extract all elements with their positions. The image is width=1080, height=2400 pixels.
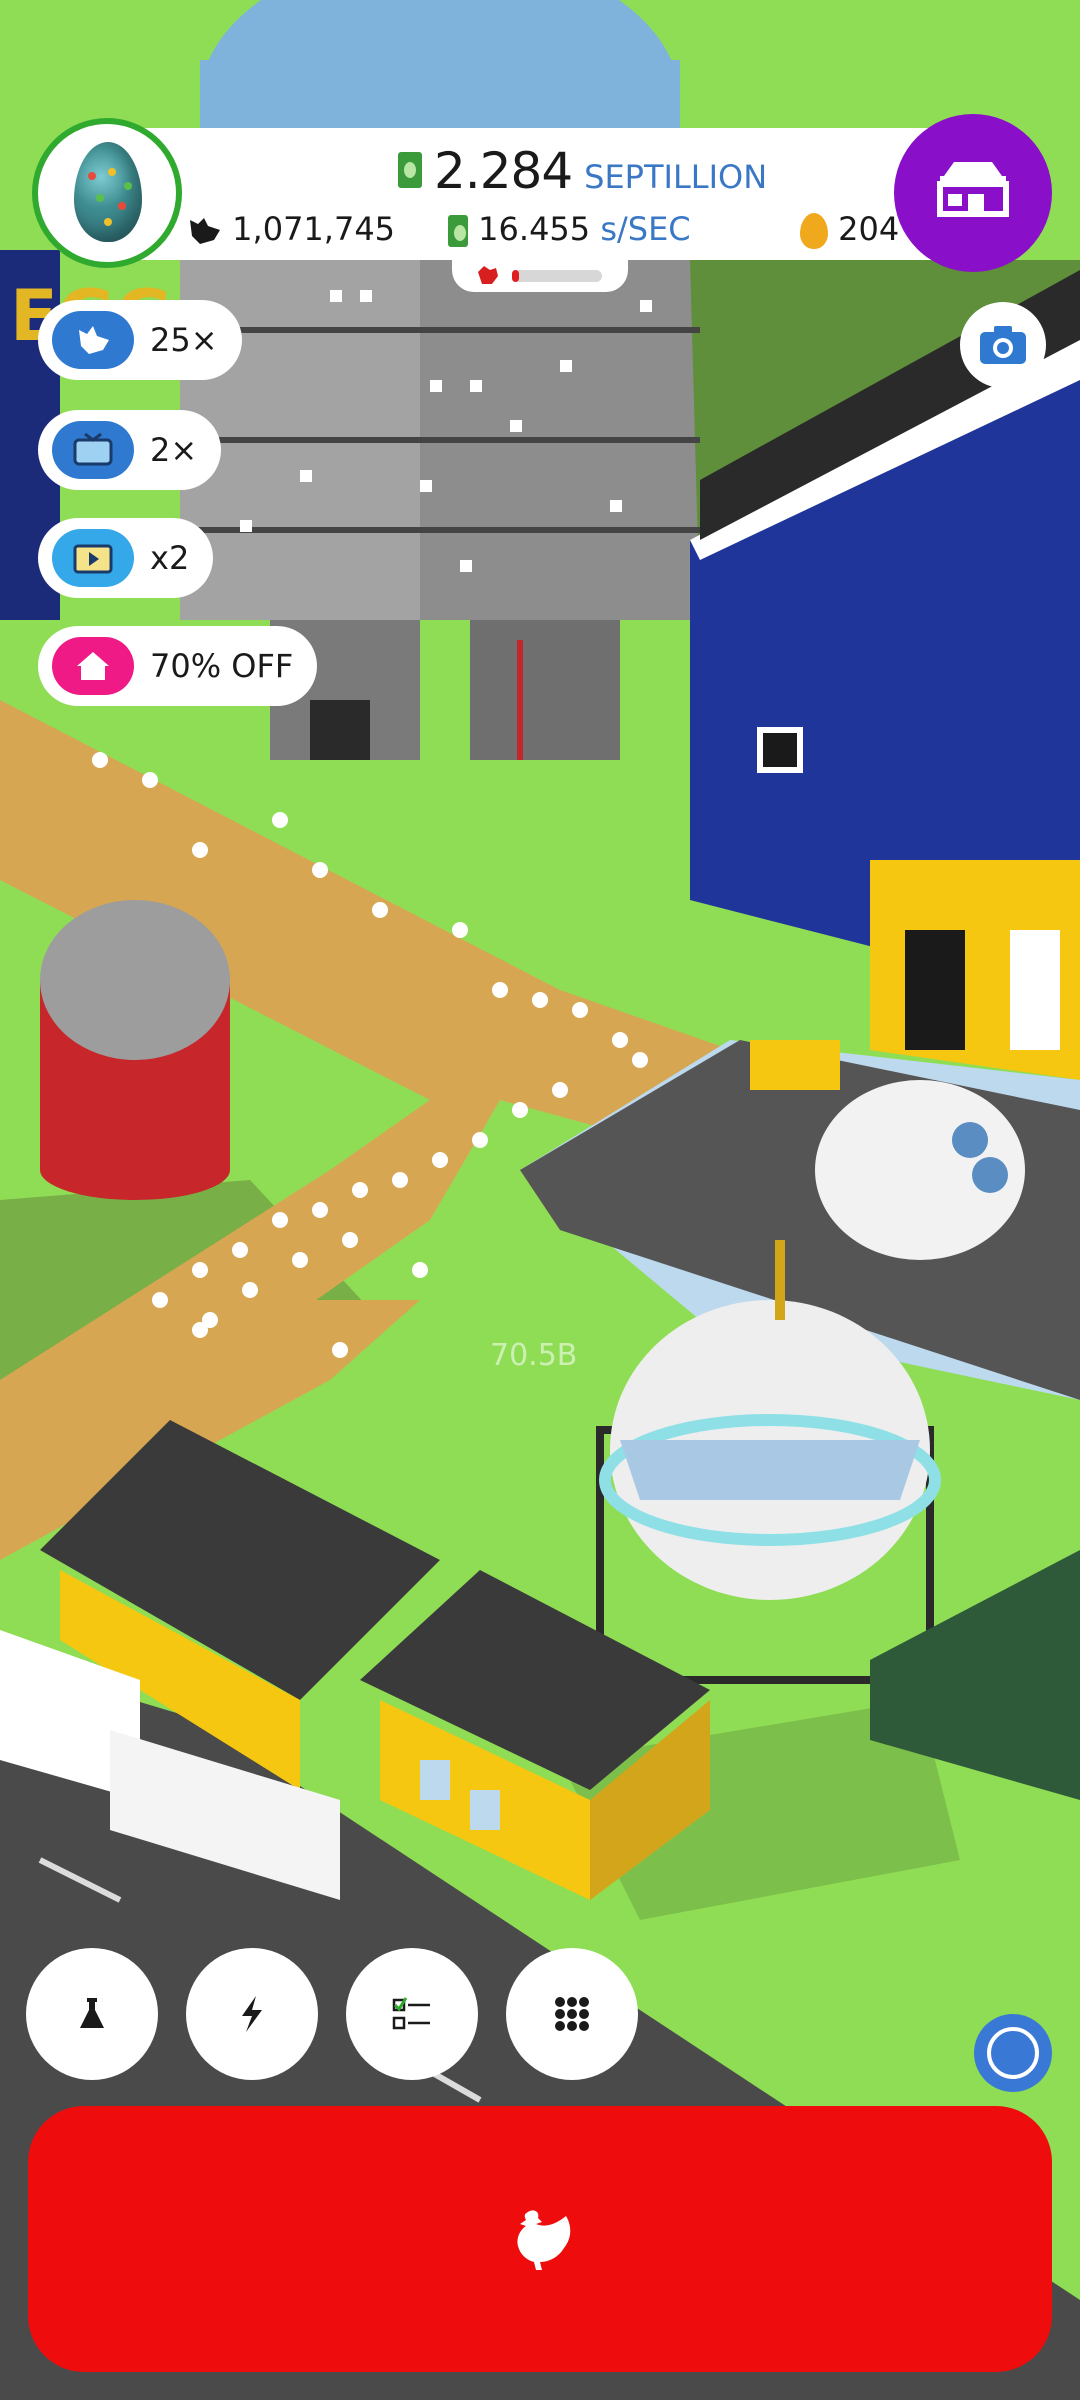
chicken-icon xyxy=(517,2210,571,2270)
checklist-icon xyxy=(392,1997,430,2030)
flask-icon xyxy=(80,1998,104,2028)
menu-button[interactable] xyxy=(506,1948,638,2080)
floating-cash-text: 70.5B xyxy=(490,1338,578,1373)
lightning-icon xyxy=(242,1996,262,2032)
house-icon xyxy=(77,652,109,680)
golden-egg-icon xyxy=(800,213,828,249)
shop-button[interactable] xyxy=(894,114,1052,272)
rate-unit: s/SEC xyxy=(600,210,691,248)
earning-rate: 16.455 s/SEC xyxy=(448,210,691,248)
overlay-toggle-button[interactable] xyxy=(974,2014,1052,2092)
boost-chicken-multiplier[interactable]: 25× xyxy=(38,300,242,380)
chicken-icon xyxy=(79,326,109,354)
cash-icon xyxy=(398,152,422,188)
boost-badge xyxy=(52,421,134,479)
egg-type-button[interactable] xyxy=(32,118,182,268)
boost-badge xyxy=(52,311,134,369)
boost-label: 70% OFF xyxy=(150,647,294,685)
hatch-chicken-button[interactable] xyxy=(28,2106,1052,2372)
boost-tv-multiplier[interactable]: 2× xyxy=(38,410,222,490)
camera-icon xyxy=(980,326,1026,364)
boost-video-multiplier[interactable]: x2 xyxy=(38,518,214,598)
boost-label: x2 xyxy=(150,539,190,577)
chicken-icon xyxy=(190,218,220,244)
habitat-progress-fill xyxy=(512,270,520,282)
boost-discount[interactable]: 70% OFF xyxy=(38,626,318,706)
video-icon xyxy=(73,544,113,574)
boosts-button[interactable] xyxy=(186,1948,318,2080)
cash-value: 2.284 xyxy=(434,142,573,200)
boost-label: 25× xyxy=(150,321,218,359)
boost-badge xyxy=(52,529,134,587)
cash-icon xyxy=(448,215,468,247)
camera-button[interactable] xyxy=(960,302,1046,388)
rate-value: 16.455 xyxy=(478,210,591,248)
chicken-count: 1,071,745 xyxy=(186,210,395,248)
tv-icon xyxy=(73,432,113,466)
chicken-count-value: 1,071,745 xyxy=(232,210,396,248)
golden-eggs[interactable]: 204 xyxy=(800,210,899,249)
research-button[interactable] xyxy=(26,1948,158,2080)
cash-unit: SEPTILLION xyxy=(584,158,768,196)
grid-icon xyxy=(555,1997,589,2031)
missions-button[interactable] xyxy=(346,1948,478,2080)
egg-icon xyxy=(74,142,142,242)
store-icon xyxy=(937,162,1009,217)
boost-badge xyxy=(52,637,134,695)
chicken-warning-icon xyxy=(478,266,498,284)
cash-display: 2.284 SEPTILLION xyxy=(398,142,767,206)
golden-eggs-value: 204 xyxy=(838,210,900,248)
habitat-progress-bar xyxy=(512,270,602,282)
boost-label: 2× xyxy=(150,431,198,469)
